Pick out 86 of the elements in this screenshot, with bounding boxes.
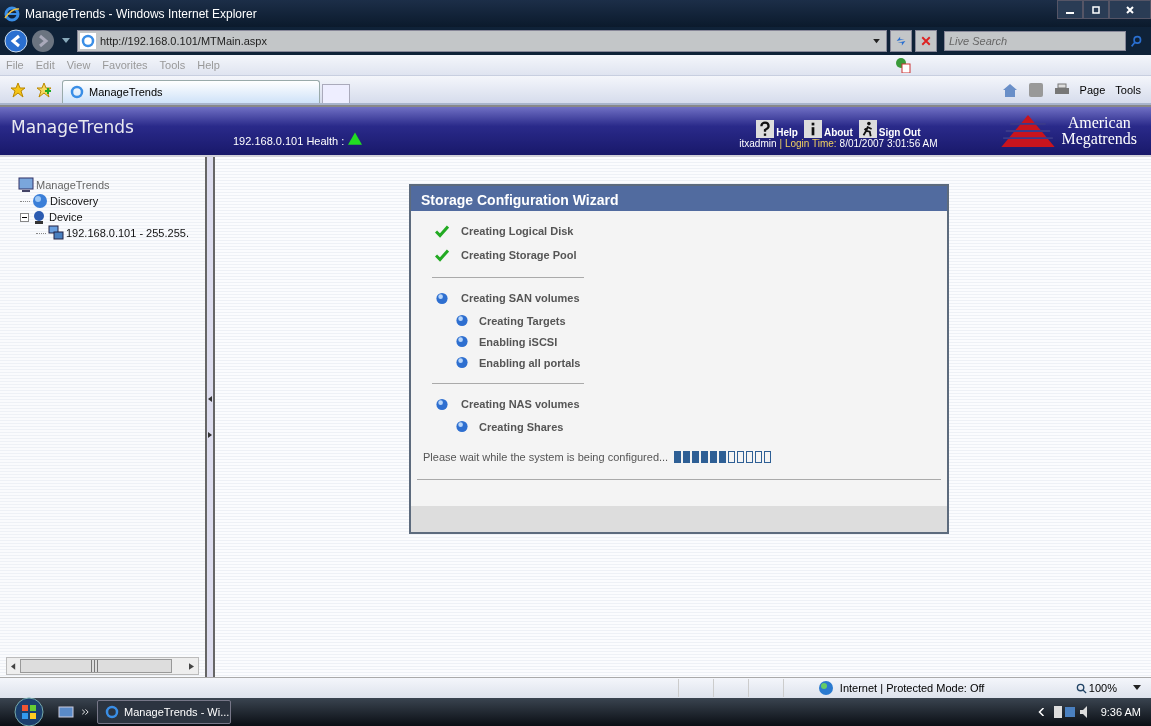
login-label: | Login Time:	[779, 137, 837, 149]
minimize-button[interactable]	[1057, 0, 1083, 19]
login-time: 8/01/2007 3:01:56 AM	[839, 137, 938, 149]
show-desktop-icon[interactable]	[58, 704, 74, 720]
pane-splitter[interactable]	[205, 157, 215, 677]
close-button[interactable]	[1109, 0, 1151, 19]
stop-button[interactable]	[915, 30, 937, 52]
close-icon	[920, 35, 932, 47]
home-icon[interactable]	[1001, 81, 1018, 98]
page-icon	[69, 84, 85, 100]
minimize-icon	[1066, 11, 1074, 14]
header-link[interactable]: About	[803, 119, 853, 138]
globe-icon	[32, 193, 48, 209]
magnifier-icon	[1075, 682, 1087, 694]
step-label: Creating SAN volumes	[461, 292, 580, 304]
globe-document-icon[interactable]	[895, 57, 911, 73]
health-triangle-icon	[348, 131, 363, 145]
progress-message: Please wait while the system is being configured...	[423, 451, 669, 463]
browser-icon	[104, 704, 120, 720]
step-label: Enabling all portals	[479, 356, 581, 369]
tree-item[interactable]: Discovery	[50, 195, 99, 207]
add-favorite-icon[interactable]	[36, 81, 52, 98]
sphere-icon	[455, 314, 469, 327]
address-field[interactable]: http://192.168.0.101/MTMain.aspx	[77, 30, 887, 52]
step-label: Enabling iSCSI	[479, 335, 558, 348]
restore-button[interactable]	[1083, 0, 1109, 19]
step-label: Creating Logical Disk	[461, 225, 574, 237]
sphere-icon	[435, 397, 449, 411]
command-menu[interactable]: Page	[1079, 83, 1106, 96]
sphere-icon	[455, 356, 469, 369]
back-button[interactable]	[4, 29, 28, 53]
computers-icon	[48, 225, 64, 241]
header-link[interactable]: Help	[756, 119, 798, 138]
page-icon	[80, 33, 96, 49]
question-icon	[756, 119, 775, 138]
forward-button[interactable]	[31, 29, 55, 53]
collapse-left-icon[interactable]	[208, 396, 212, 402]
search-field[interactable]: Live Search	[944, 31, 1126, 51]
history-dropdown-icon[interactable]	[62, 38, 70, 44]
step-label: Creating NAS volumes	[461, 398, 580, 410]
tree-item[interactable]: 192.168.0.101 - 255.255.	[66, 227, 189, 239]
scroll-thumb[interactable]	[20, 659, 172, 673]
wizard-title: Storage Configuration Wizard	[411, 186, 947, 211]
device-icon	[31, 209, 47, 225]
walking-figure-icon	[858, 119, 877, 138]
health-label: 192.168.0.101 Health :	[233, 135, 345, 147]
info-icon	[803, 119, 822, 138]
monitor-icon	[18, 177, 34, 193]
favorites-star-icon[interactable]	[10, 81, 26, 98]
taskbar-button[interactable]: ManageTrends - Wi...	[97, 700, 231, 724]
sphere-icon	[455, 335, 469, 348]
step-label: Creating Shares	[479, 420, 564, 433]
checkmark-icon	[435, 224, 449, 238]
header-link[interactable]: Sign Out	[858, 119, 921, 138]
zoom-dropdown-icon[interactable]	[1133, 685, 1141, 691]
logo-text: American	[1067, 115, 1131, 131]
expand-right-icon[interactable]	[208, 432, 212, 438]
refresh-icon	[894, 34, 908, 48]
restore-icon	[1091, 4, 1101, 15]
horizontal-scrollbar[interactable]	[6, 657, 199, 675]
checkmark-icon	[435, 248, 449, 262]
globe-icon	[817, 680, 834, 696]
pyramid-logo-icon	[1001, 115, 1056, 147]
browser-tab[interactable]: ManageTrends	[62, 80, 320, 103]
security-zone: Internet | Protected Mode: Off	[839, 682, 986, 694]
step-label: Creating Storage Pool	[461, 249, 577, 261]
step-label: Creating Targets	[479, 314, 566, 327]
window-title: ManageTrends - Windows Internet Explorer	[25, 6, 257, 21]
clock: 9:36 AM	[1100, 706, 1141, 718]
chevron-icon[interactable]	[82, 708, 89, 716]
user-name: itxadmin	[739, 137, 777, 149]
logo-text: Megatrends	[1061, 131, 1137, 147]
sphere-icon	[455, 420, 469, 433]
sphere-icon	[435, 291, 449, 305]
tree-item[interactable]: Device	[49, 211, 83, 223]
collapse-toggle[interactable]	[20, 212, 29, 222]
tree-item[interactable]: ManageTrends	[36, 179, 110, 191]
ie-logo-icon	[4, 5, 20, 22]
app-name: ManageTrends	[11, 117, 135, 137]
caret-icon	[873, 38, 880, 44]
command-menu[interactable]: Tools	[1115, 83, 1141, 96]
close-icon	[1125, 4, 1135, 15]
scroll-right-icon[interactable]	[189, 662, 194, 670]
zoom-level[interactable]: 100%	[1075, 682, 1117, 694]
search-icon[interactable]	[1130, 34, 1143, 48]
scroll-left-icon[interactable]	[11, 662, 16, 670]
